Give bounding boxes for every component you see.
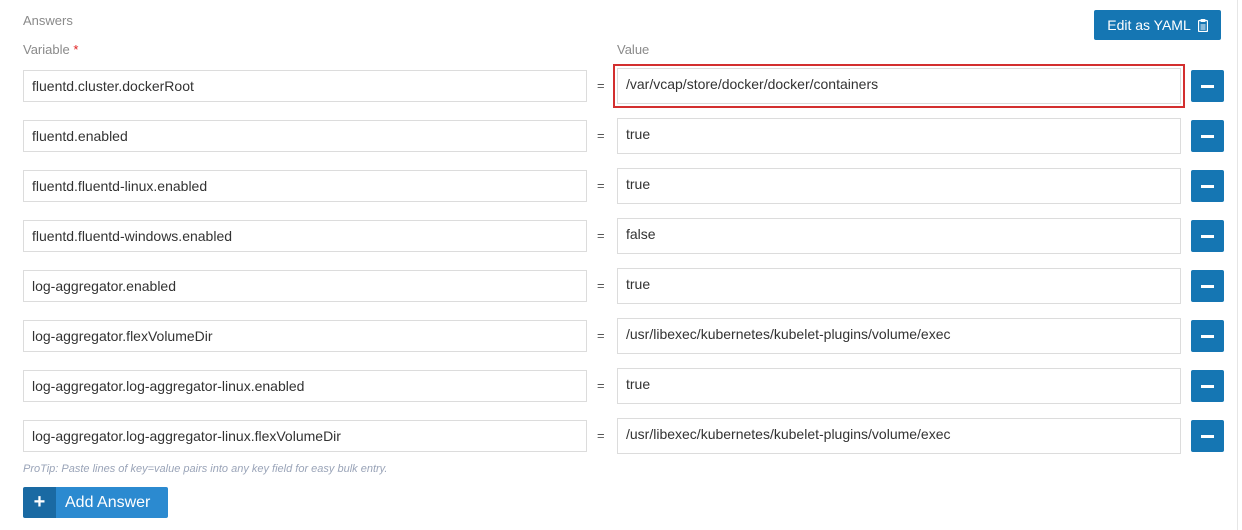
plus-icon: + [23, 487, 56, 518]
variable-label-text: Variable [23, 42, 70, 57]
answer-row: log-aggregator.enabled = true [0, 268, 1242, 304]
equals-sign: = [597, 278, 605, 293]
remove-answer-button[interactable] [1191, 270, 1224, 302]
variable-input[interactable]: fluentd.fluentd-linux.enabled [23, 170, 587, 202]
answer-row: log-aggregator.log-aggregator-linux.enab… [0, 368, 1242, 404]
remove-answer-button[interactable] [1191, 120, 1224, 152]
value-input[interactable]: false [617, 218, 1181, 254]
add-answer-label: Add Answer [56, 487, 168, 518]
edit-as-yaml-button[interactable]: Edit as YAML [1094, 10, 1221, 40]
add-answer-button[interactable]: + Add Answer [23, 487, 168, 518]
required-marker: * [73, 42, 79, 57]
variable-input[interactable]: log-aggregator.log-aggregator-linux.flex… [23, 420, 587, 452]
value-input[interactable]: /usr/libexec/kubernetes/kubelet-plugins/… [617, 318, 1181, 354]
section-title: Answers [23, 13, 73, 28]
equals-sign: = [597, 328, 605, 343]
minus-icon [1201, 84, 1214, 88]
remove-answer-button[interactable] [1191, 220, 1224, 252]
minus-icon [1201, 434, 1214, 438]
remove-answer-button[interactable] [1191, 320, 1224, 352]
minus-icon [1201, 184, 1214, 188]
answer-row: log-aggregator.log-aggregator-linux.flex… [0, 418, 1242, 454]
equals-sign: = [597, 128, 605, 143]
value-input-highlighted[interactable]: /var/vcap/store/docker/docker/containers [613, 64, 1185, 108]
minus-icon [1201, 334, 1214, 338]
remove-answer-button[interactable] [1191, 170, 1224, 202]
minus-icon [1201, 234, 1214, 238]
equals-sign: = [597, 378, 605, 393]
value-input[interactable]: true [617, 368, 1181, 404]
value-input[interactable]: true [617, 268, 1181, 304]
value-input[interactable]: true [617, 118, 1181, 154]
equals-sign: = [597, 178, 605, 193]
variable-input[interactable]: log-aggregator.log-aggregator-linux.enab… [23, 370, 587, 402]
answer-row: fluentd.enabled = true [0, 118, 1242, 154]
variable-column-label: Variable * [23, 42, 78, 57]
remove-answer-button[interactable] [1191, 370, 1224, 402]
answer-row: fluentd.cluster.dockerRoot = /var/vcap/sto… [0, 64, 1242, 108]
answer-row: log-aggregator.flexVolumeDir = /usr/libexe… [0, 318, 1242, 354]
value-input[interactable]: /usr/libexec/kubernetes/kubelet-plugins/… [617, 418, 1181, 454]
edit-as-yaml-label: Edit as YAML [1107, 17, 1191, 33]
protip-text: ProTip: Paste lines of key=value pairs i… [23, 463, 388, 475]
value-input[interactable]: true [617, 168, 1181, 204]
value-column-label: Value [617, 42, 650, 57]
equals-sign: = [597, 428, 605, 443]
clipboard-icon [1197, 18, 1208, 32]
answers-panel: Answers Edit as YAML Variable * Value fl… [0, 0, 1242, 530]
minus-icon [1201, 134, 1214, 138]
remove-answer-button[interactable] [1191, 420, 1224, 452]
variable-input[interactable]: fluentd.enabled [23, 120, 587, 152]
variable-input[interactable]: log-aggregator.enabled [23, 270, 587, 302]
answer-row: fluentd.fluentd-windows.enabled = false [0, 218, 1242, 254]
equals-sign: = [597, 228, 605, 243]
variable-input[interactable]: fluentd.fluentd-windows.enabled [23, 220, 587, 252]
variable-input[interactable]: fluentd.cluster.dockerRoot [23, 70, 587, 102]
minus-icon [1201, 284, 1214, 288]
answer-row: fluentd.fluentd-linux.enabled = true [0, 168, 1242, 204]
remove-answer-button[interactable] [1191, 70, 1224, 102]
variable-input[interactable]: log-aggregator.flexVolumeDir [23, 320, 587, 352]
equals-sign: = [597, 78, 605, 93]
minus-icon [1201, 384, 1214, 388]
